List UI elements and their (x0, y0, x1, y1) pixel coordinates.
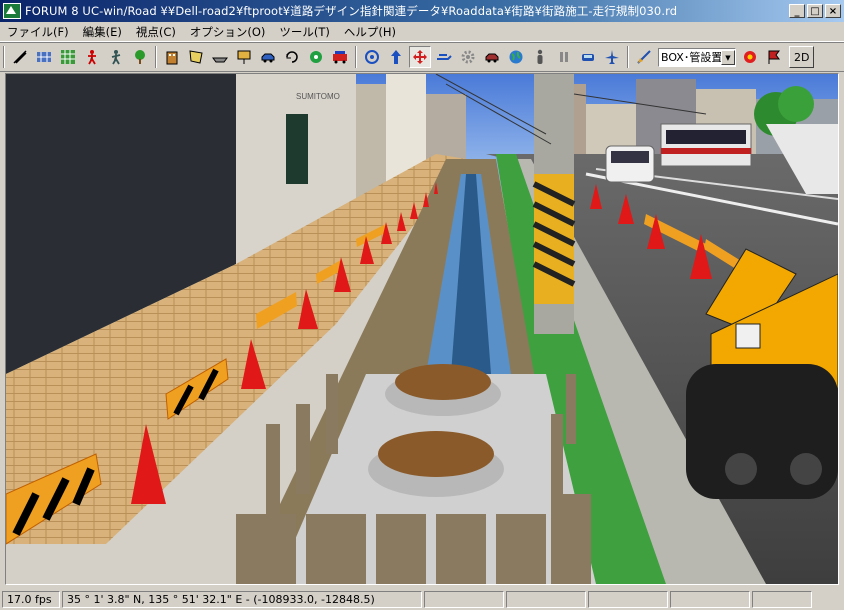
bus (660, 123, 752, 167)
status-panel (670, 590, 750, 608)
toolbar-separator (3, 46, 5, 68)
building-sign: SUMITOMO (296, 92, 340, 101)
status-bar: 17.0 fps 35 ° 1' 3.8" N, 135 ° 51' 32.1"… (0, 588, 844, 610)
tree-icon[interactable] (129, 46, 151, 68)
toolbar-separator (627, 46, 629, 68)
pause-icon[interactable] (553, 46, 575, 68)
title-bar[interactable]: FORUM 8 UC-win/Road ¥¥Dell-road2¥ftproot… (0, 0, 844, 22)
road-scene: SUMITOMO (6, 74, 838, 584)
utility-pole (532, 74, 576, 334)
status-panel (588, 590, 668, 608)
walk-through-icon[interactable] (433, 46, 455, 68)
flag-icon[interactable] (763, 46, 785, 68)
terrain-grid-icon[interactable] (57, 46, 79, 68)
forum8-logo-icon (3, 3, 21, 19)
traffic-light-icon[interactable] (739, 46, 761, 68)
status-panel (506, 590, 586, 608)
camera-up-icon[interactable] (385, 46, 407, 68)
window-title: FORUM 8 UC-win/Road ¥¥Dell-road2¥ftproot… (25, 4, 678, 18)
person-icon[interactable] (529, 46, 551, 68)
car-front-icon[interactable] (577, 46, 599, 68)
camera-orbit-icon[interactable] (361, 46, 383, 68)
fps-display: 17.0 fps (2, 590, 60, 608)
menu-bar: ファイル(F) 編集(E) 視点(C) オプション(O) ツール(T) ヘルプ(… (0, 22, 844, 42)
menu-file[interactable]: ファイル(F) (0, 24, 76, 40)
close-button[interactable]: × (825, 4, 841, 18)
menu-edit[interactable]: 編集(E) (76, 24, 129, 40)
app-window: FORUM 8 UC-win/Road ¥¥Dell-road2¥ftproot… (0, 0, 844, 610)
toolbar-separator (355, 46, 357, 68)
boat-icon[interactable] (209, 46, 231, 68)
rotate-icon[interactable] (281, 46, 303, 68)
drive-car-icon[interactable] (481, 46, 503, 68)
sign-icon[interactable] (233, 46, 255, 68)
globe-icon[interactable] (505, 46, 527, 68)
toolbar: BOX･管設置 ▼ 2D (0, 42, 844, 72)
pedestrian-walk-icon[interactable] (105, 46, 127, 68)
green-object-icon[interactable] (305, 46, 327, 68)
menu-tools[interactable]: ツール(T) (272, 24, 337, 40)
menu-help[interactable]: ヘルプ(H) (337, 24, 403, 40)
status-panel (752, 590, 812, 608)
pedestrian-red-icon[interactable] (81, 46, 103, 68)
building-icon[interactable] (161, 46, 183, 68)
minimize-button[interactable]: _ (789, 4, 805, 18)
camera-move-icon[interactable] (409, 46, 431, 68)
toolbar-separator (155, 46, 157, 68)
car (605, 145, 655, 183)
airplane-icon[interactable] (601, 46, 623, 68)
menu-view[interactable]: 視点(C) (129, 24, 183, 40)
maximize-button[interactable]: □ (807, 4, 823, 18)
road-network-icon[interactable] (33, 46, 55, 68)
road-edit-icon[interactable] (9, 46, 31, 68)
toggle-2d-button[interactable]: 2D (789, 46, 815, 68)
menu-options[interactable]: オプション(O) (183, 24, 273, 40)
draw-tool-icon[interactable] (633, 46, 655, 68)
3d-viewport[interactable]: SUMITOMO (5, 73, 839, 585)
car-model-icon[interactable] (257, 46, 279, 68)
mode-select-value: BOX･管設置 (661, 51, 721, 64)
status-panel (424, 590, 504, 608)
coordinates-display: 35 ° 1' 3.8" N, 135 ° 51' 32.1" E - (-10… (62, 590, 422, 608)
mode-select[interactable]: BOX･管設置 ▼ (658, 47, 736, 67)
gear-icon[interactable] (457, 46, 479, 68)
chevron-down-icon[interactable]: ▼ (721, 49, 735, 65)
texture-icon[interactable] (185, 46, 207, 68)
fire-truck-icon[interactable] (329, 46, 351, 68)
